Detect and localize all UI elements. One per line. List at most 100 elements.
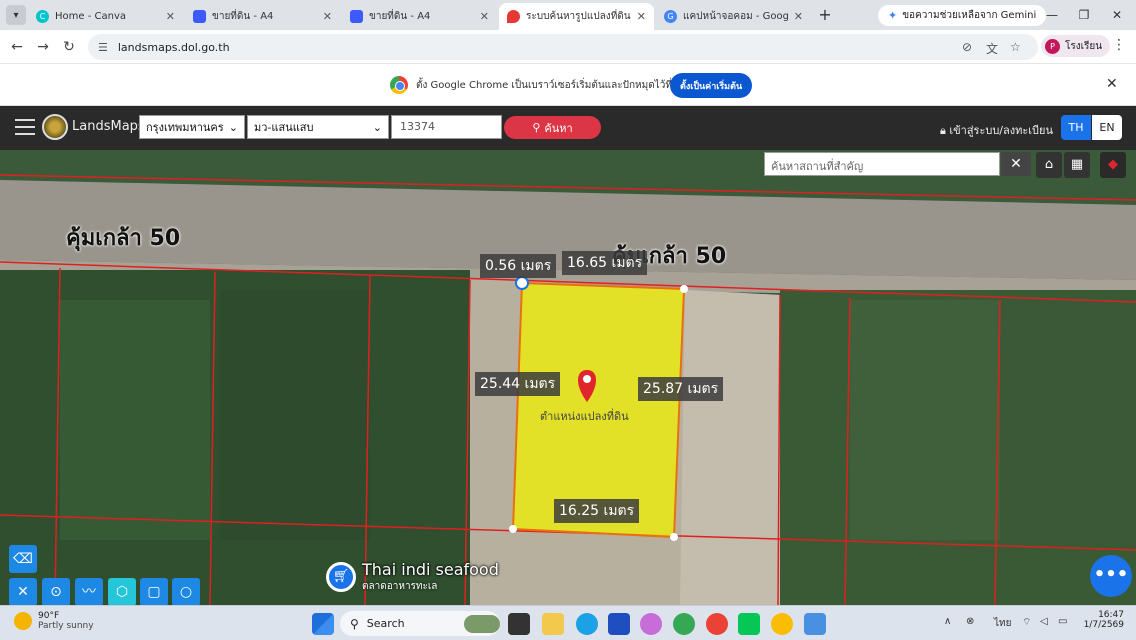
battery-icon[interactable]: ▭ [1058, 616, 1067, 627]
marker-icon[interactable]: ⊙ [42, 578, 70, 605]
profile-button[interactable]: P โรงเรียน [1041, 35, 1111, 57]
place-search-input[interactable]: ค้นหาสถานที่สำคัญ [764, 152, 1000, 176]
store-icon[interactable] [608, 613, 630, 635]
photos-icon[interactable] [804, 613, 826, 635]
bookmark-star-icon[interactable]: ☆ [1010, 40, 1021, 54]
new-tab-button[interactable]: + [815, 5, 835, 25]
tab-landsmaps[interactable]: ระบบค้นหารูปแปลงที่ดิน (Land ✕ [499, 3, 654, 30]
parcel-number-input[interactable]: 13374 [391, 115, 502, 139]
lang-th-button[interactable]: TH [1061, 115, 1091, 140]
close-icon[interactable]: ✕ [637, 10, 646, 23]
gemini-button[interactable]: ✦ ขอความช่วยเหลือจาก Gemini [878, 5, 1047, 26]
road-label: คุ้มเกล้า 50 [66, 226, 181, 251]
temperature: 90°F [38, 611, 60, 621]
copilot-icon[interactable] [640, 613, 662, 635]
more-options-button[interactable]: ••• [1090, 555, 1132, 597]
chrome-alt-icon[interactable] [771, 613, 793, 635]
weather-widget[interactable]: 90°F Partly sunny [14, 611, 94, 631]
clock[interactable]: 16:47 1/7/2569 [1082, 610, 1124, 630]
brand-name: LandsMaps [72, 119, 145, 134]
file-explorer-icon[interactable] [542, 613, 564, 635]
search-button-label: ค้นหา [544, 121, 573, 135]
clock-date: 1/7/2569 [1083, 620, 1124, 630]
line-app-icon[interactable] [738, 613, 760, 635]
measurement-label: 16.65 เมตร [562, 251, 648, 275]
eraser-icon[interactable]: ⌫ [9, 545, 37, 573]
line-tool-icon[interactable]: 〰 [75, 578, 103, 605]
chevron-up-icon[interactable]: ∧ [944, 616, 951, 627]
search-button[interactable]: ⚲ ค้นหา [504, 116, 601, 139]
layers-icon[interactable]: ◆ [1100, 152, 1126, 178]
minimize-button[interactable]: — [1037, 5, 1067, 25]
chrome-profile-icon[interactable] [706, 613, 728, 635]
clear-search-button[interactable]: ✕ [1001, 152, 1031, 176]
chrome-taskbar-icon[interactable] [673, 613, 695, 635]
gemini-icon: ✦ [888, 9, 898, 22]
hamburger-menu-icon[interactable] [15, 119, 35, 135]
volume-icon[interactable]: ◁ [1040, 616, 1048, 627]
document-icon [193, 10, 206, 23]
close-icon[interactable]: ✕ [323, 10, 332, 23]
task-view-icon[interactable] [508, 613, 530, 635]
measurement-label: 0.56 เมตร [480, 254, 557, 278]
measurement-label: 25.87 เมตร [638, 377, 724, 401]
measurement-label: 16.25 เมตร [554, 499, 640, 523]
more-menu-icon[interactable]: ⋮ [1112, 37, 1126, 53]
tab-title: ระบบค้นหารูปแปลงที่ดิน (Land [526, 11, 631, 22]
close-icon[interactable]: ✕ [166, 10, 175, 23]
tab-title: ขายที่ดิน - A4 [212, 11, 274, 22]
input-language[interactable]: ไทย [994, 616, 1011, 631]
poi-name: Thai indi seafood [362, 560, 499, 579]
ruler-tools-icon[interactable]: ✕ [9, 578, 37, 605]
tab-a4-2[interactable]: ขายที่ดิน - A4 ✕ [342, 3, 497, 30]
forward-button[interactable]: → [32, 36, 54, 58]
google-icon: G [664, 10, 677, 23]
tab-canva[interactable]: C Home - Canva ✕ [28, 3, 183, 30]
maximize-button[interactable]: ❐ [1069, 5, 1099, 25]
lang-en-button[interactable]: EN [1092, 115, 1122, 140]
edge-icon[interactable] [576, 613, 598, 635]
set-default-button[interactable]: ตั้งเป็นค่าเริ่มต้น [670, 73, 753, 98]
windows-start-icon[interactable] [312, 613, 334, 635]
shopping-cart-icon: 🛒︎ [326, 562, 356, 592]
login-link[interactable]: 🔒︎ เข้าสู่ระบบ/ลงทะเบียน [940, 121, 1053, 139]
home-icon[interactable]: ⌂ [1036, 152, 1062, 178]
address-bar[interactable]: ☰ landsmaps.dol.go.th [88, 34, 1038, 60]
vertex-handle [515, 276, 529, 290]
close-icon[interactable]: ✕ [480, 10, 489, 23]
login-label: เข้าสู่ระบบ/ลงทะเบียน [949, 124, 1053, 137]
close-icon[interactable]: ✕ [1106, 76, 1118, 92]
infobar-message: ตั้ง Google Chrome เป็นเบราว์เซอร์เริ่มต… [416, 80, 709, 91]
tab-a4-1[interactable]: ขายที่ดิน - A4 ✕ [185, 3, 340, 30]
circle-tool-icon[interactable]: ○ [172, 578, 200, 605]
site-info-icon[interactable]: ☰ [98, 41, 108, 54]
vertex-handle [670, 533, 678, 541]
grid-icon[interactable]: ▦ [1064, 152, 1090, 178]
polygon-tool-icon[interactable]: ⬡ [108, 578, 136, 605]
profile-label: โรงเรียน [1065, 40, 1103, 52]
back-button[interactable]: ← [6, 36, 28, 58]
wifi-icon[interactable]: ⌔ [1022, 616, 1031, 629]
district-select[interactable]: มว-แสนแสบ ⌄ [247, 115, 389, 139]
translate-icon[interactable]: 文 [986, 40, 998, 57]
windows-taskbar: 90°F Partly sunny ⚲ Search ∧ ⊗ ไทย ⌔ ◁ ▭… [0, 605, 1136, 640]
close-window-button[interactable]: ✕ [1102, 5, 1132, 25]
province-select[interactable]: กรุงเทพมหานคร ⌄ [139, 115, 245, 139]
document-icon [350, 10, 363, 23]
tab-search-button[interactable]: ▾ [6, 5, 26, 25]
url-text: landsmaps.dol.go.th [117, 40, 230, 54]
poi-marker[interactable]: 🛒︎ Thai indi seafood ตลาดอาหารทะเล [326, 560, 499, 594]
eye-off-icon[interactable]: ⊘ [962, 40, 972, 54]
rectangle-tool-icon[interactable]: ▢ [140, 578, 168, 605]
dol-logo [42, 114, 68, 140]
measurement-label: 25.44 เมตร [475, 372, 561, 396]
weather-text: Partly sunny [38, 621, 94, 631]
tab-title: แคปหน้าจอคอม - Google Se [683, 11, 788, 22]
map-canvas[interactable]: คุ้มเกล้า 50 คุ้มเกล้า 50 0.56 เมตร 16.6… [0, 150, 1136, 605]
tab-google-search[interactable]: G แคปหน้าจอคอม - Google Se ✕ [656, 3, 811, 30]
lock-icon: 🔒︎ [940, 124, 946, 137]
reload-button[interactable]: ↻ [58, 36, 80, 58]
security-icon[interactable]: ⊗ [966, 616, 974, 627]
search-icon: ⚲ [350, 616, 359, 631]
close-icon[interactable]: ✕ [794, 10, 803, 23]
